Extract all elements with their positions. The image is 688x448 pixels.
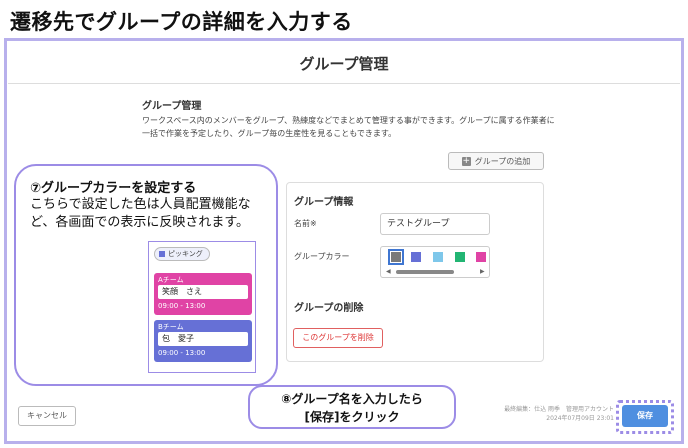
preview-tag: ピッキング — [154, 247, 210, 261]
page-heading: 遷移先でグループの詳細を入力する — [10, 10, 353, 34]
last-edited-user: 最終編集：仕込 雨季 管理用アカウント — [504, 406, 614, 413]
color-scrollbar[interactable]: ◀ ▶ — [386, 268, 486, 275]
last-edited-date: 2024年07月09日 23:01 — [546, 415, 614, 422]
callout-save-line1: ⑧グループ名を入力したら — [281, 392, 423, 406]
topbar-title: グループ管理 — [8, 44, 680, 84]
callout-save-line2: [保存]をクリック — [304, 410, 400, 424]
callout-color-title: ⑦グループカラーを設定する — [30, 181, 197, 196]
color-swatch-blue[interactable] — [411, 252, 421, 262]
color-swatch-gray[interactable] — [388, 249, 404, 265]
team-time: 09:00 - 13:00 — [158, 349, 206, 357]
delete-group-title: グループの削除 — [294, 303, 364, 314]
add-group-button[interactable]: + グループの追加 — [448, 152, 544, 170]
team-name: Aチーム — [158, 276, 184, 284]
team-member: 包 愛子 — [158, 332, 248, 346]
team-name: Bチーム — [158, 323, 184, 331]
color-swatch-lightblue[interactable] — [433, 252, 443, 262]
color-swatch-pink[interactable] — [476, 252, 486, 262]
section-title: グループ管理 — [142, 101, 202, 112]
preview-team-a: Aチーム 笑顔 さえ 09:00 - 13:00 — [154, 273, 252, 315]
tag-color-icon — [159, 251, 165, 257]
plus-icon: + — [461, 155, 471, 166]
scroll-left-icon[interactable]: ◀ — [386, 268, 391, 275]
cancel-button[interactable]: キャンセル — [18, 406, 76, 426]
preview-tag-label: ピッキング — [168, 250, 203, 258]
group-info-title: グループ情報 — [294, 197, 354, 208]
callout-save-text: ⑧グループ名を入力したら [保存]をクリック — [248, 390, 456, 426]
delete-group-button[interactable]: このグループを削除 — [293, 328, 383, 348]
color-swatch-green[interactable] — [455, 252, 465, 262]
section-description: ワークスペース内のメンバーをグループ、熟練度などでまとめて管理する事ができます。… — [142, 116, 555, 138]
group-name-input[interactable]: テストグループ — [380, 213, 490, 235]
last-edited-info: 最終編集：仕込 雨季 管理用アカウント 2024年07月09日 23:01 — [466, 405, 614, 423]
scroll-thumb[interactable] — [396, 270, 454, 274]
name-label: 名前※ — [294, 219, 317, 228]
scroll-right-icon[interactable]: ▶ — [480, 268, 485, 275]
save-button[interactable]: 保存 — [622, 405, 668, 427]
callout-color-body: こちらで設定した色は人員配置機能など、各画面での表示に反映されます。 — [30, 197, 251, 230]
preview-team-b: Bチーム 包 愛子 09:00 - 13:00 — [154, 320, 252, 362]
add-group-label: グループの追加 — [474, 156, 531, 166]
team-time: 09:00 - 13:00 — [158, 302, 206, 310]
color-label: グループカラー — [294, 252, 350, 261]
team-member: 笑顔 さえ — [158, 285, 248, 299]
